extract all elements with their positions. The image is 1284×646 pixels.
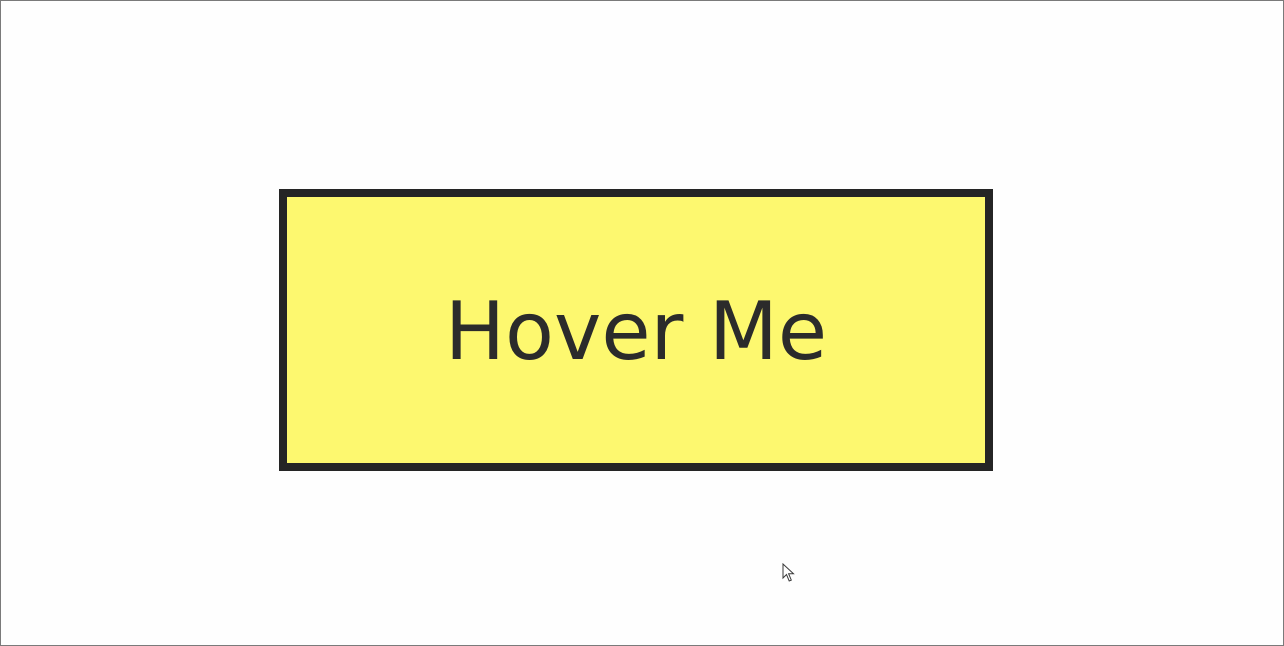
page-canvas: Hover Me [0, 0, 1284, 646]
hover-me-button[interactable]: Hover Me [279, 189, 993, 471]
hover-me-label: Hover Me [444, 285, 828, 378]
arrow-pointer-icon [782, 563, 795, 582]
